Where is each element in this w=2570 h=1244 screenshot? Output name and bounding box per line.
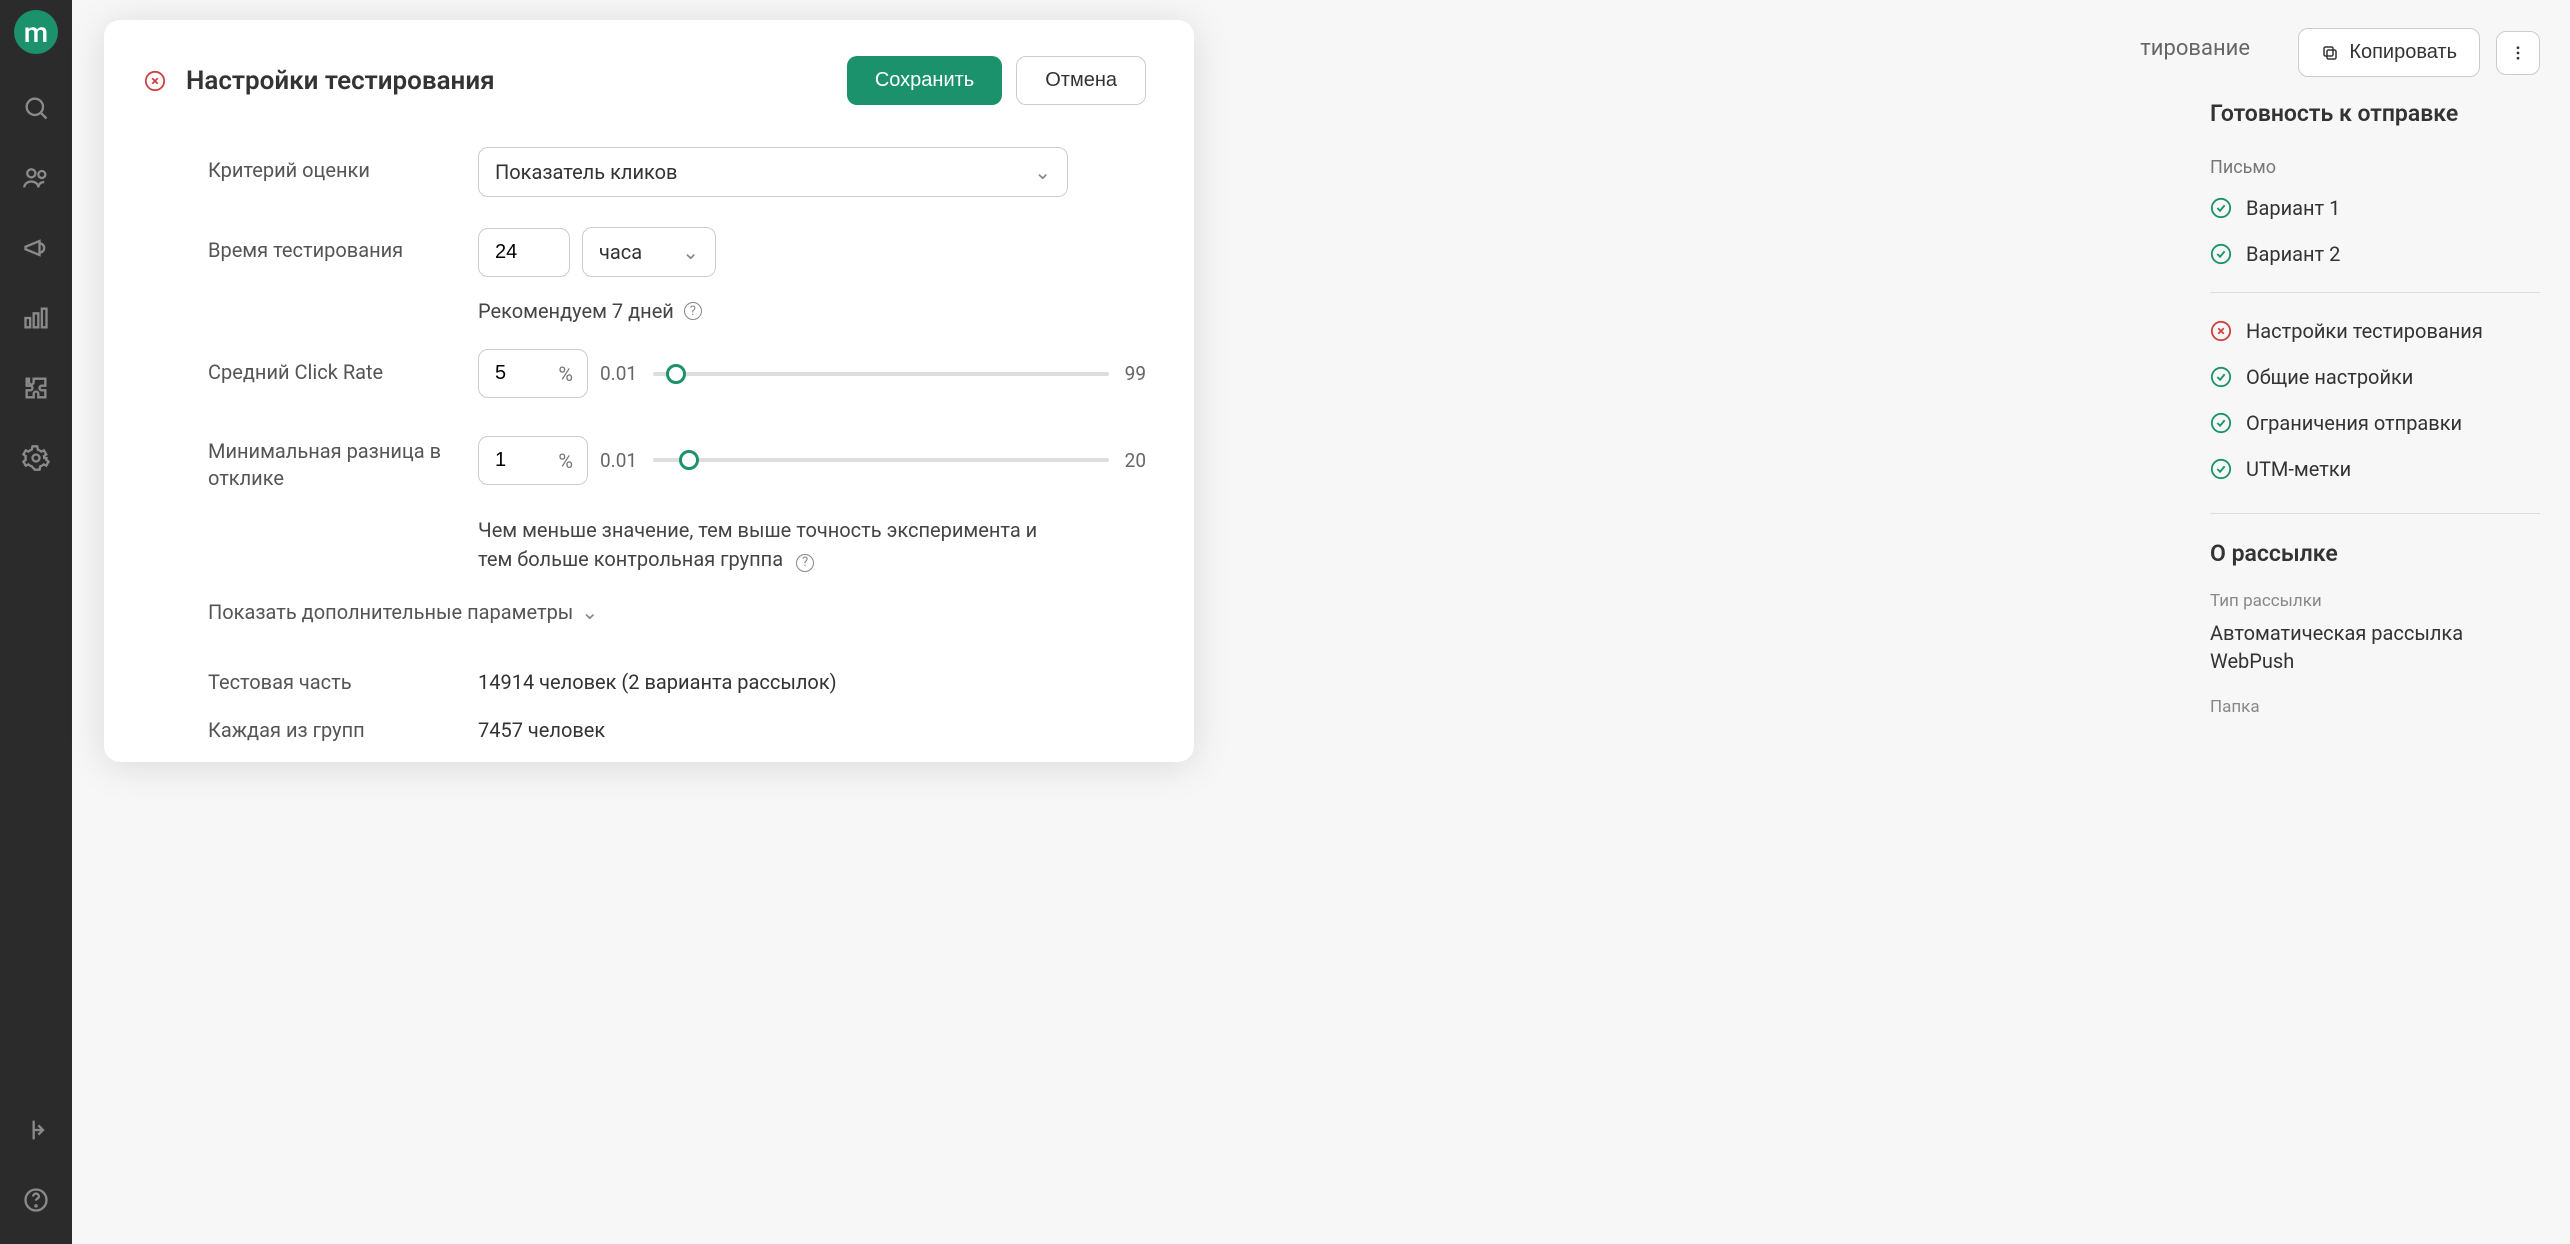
avg-cr-input[interactable]: % xyxy=(478,349,588,398)
chevron-down-icon: ⌄ xyxy=(581,600,598,624)
duration-value[interactable] xyxy=(495,241,553,264)
copy-icon xyxy=(2321,44,2339,62)
about-type-label: Тип рассылки xyxy=(2210,591,2540,611)
each-group-label: Каждая из групп xyxy=(208,718,448,742)
slider-thumb[interactable] xyxy=(679,450,699,470)
mindiff-hint: Чем меньше значение, тем выше точность э… xyxy=(478,516,1068,574)
mindiff-hint-text: Чем меньше значение, тем выше точность э… xyxy=(478,518,1037,571)
percent-sign: % xyxy=(558,362,573,386)
search-icon[interactable] xyxy=(22,94,50,122)
copy-button[interactable]: Копировать xyxy=(2298,28,2480,77)
error-icon xyxy=(2210,320,2232,342)
megaphone-icon[interactable] xyxy=(22,234,50,262)
modal-title: Настройки тестирования xyxy=(186,66,495,96)
readiness-item-label: Вариант 2 xyxy=(2246,242,2340,266)
chart-icon[interactable] xyxy=(22,304,50,332)
test-settings-modal: Настройки тестирования Сохранить Отмена … xyxy=(104,20,1194,762)
duration-input[interactable] xyxy=(478,228,570,277)
readiness-item-label: UTM-метки xyxy=(2246,457,2351,481)
cancel-button[interactable]: Отмена xyxy=(1016,56,1146,105)
check-icon xyxy=(2210,412,2232,434)
nav-rail: m xyxy=(0,0,72,1244)
about-type-value: Автоматическая рассылка WebPush xyxy=(2210,619,2540,675)
page-background: тирование Копировать Готовность к отправ… xyxy=(72,0,2570,1244)
expand-label: Показать дополнительные параметры xyxy=(208,600,573,624)
readiness-item-variant1[interactable]: Вариант 1 xyxy=(2210,196,2540,220)
about-title: О рассылке xyxy=(2210,540,2540,567)
readiness-panel: Готовность к отправке Письмо Вариант 1 В… xyxy=(2210,100,2540,725)
readiness-title: Готовность к отправке xyxy=(2210,100,2540,127)
expand-params-link[interactable]: Показать дополнительные параметры ⌄ xyxy=(208,600,1146,624)
logout-icon[interactable] xyxy=(22,1116,50,1144)
readiness-item-testsettings[interactable]: Настройки тестирования xyxy=(2210,319,2540,343)
slider-max: 20 xyxy=(1125,449,1146,472)
avg-cr-label: Средний Click Rate xyxy=(208,349,448,398)
chevron-down-icon: ⌄ xyxy=(682,240,699,264)
readiness-item-label: Настройки тестирования xyxy=(2246,319,2483,343)
criteria-select[interactable]: Показатель кликов ⌄ xyxy=(478,147,1068,197)
divider xyxy=(2210,292,2540,293)
readiness-item-label: Вариант 1 xyxy=(2246,196,2340,220)
slider-thumb[interactable] xyxy=(666,364,686,384)
percent-sign: % xyxy=(558,449,573,473)
readiness-item-utm[interactable]: UTM-метки xyxy=(2210,457,2540,481)
readiness-letter-label: Письмо xyxy=(2210,157,2540,178)
check-icon xyxy=(2210,458,2232,480)
check-icon xyxy=(2210,366,2232,388)
partial-tab-text: тирование xyxy=(2140,36,2250,61)
help-icon[interactable]: ? xyxy=(796,554,814,572)
readiness-item-limits[interactable]: Ограничения отправки xyxy=(2210,411,2540,435)
mindiff-slider[interactable] xyxy=(653,458,1109,462)
mindiff-label: Минимальная разница в отклике xyxy=(208,428,448,492)
check-icon xyxy=(2210,197,2232,219)
duration-unit-select[interactable]: часа ⌄ xyxy=(582,227,716,277)
readiness-item-variant2[interactable]: Вариант 2 xyxy=(2210,242,2540,266)
readiness-item-label: Ограничения отправки xyxy=(2246,411,2462,435)
slider-min: 0.01 xyxy=(600,362,637,385)
more-button[interactable] xyxy=(2496,31,2540,75)
app-logo[interactable]: m xyxy=(14,10,58,54)
close-icon[interactable] xyxy=(144,70,166,92)
test-part-label: Тестовая часть xyxy=(208,670,448,694)
help-icon[interactable] xyxy=(22,1186,50,1214)
people-icon[interactable] xyxy=(22,164,50,192)
readiness-item-general[interactable]: Общие настройки xyxy=(2210,365,2540,389)
recommend-hint: Рекомендуем 7 дней ? xyxy=(478,299,1068,323)
mindiff-input[interactable]: % xyxy=(478,436,588,485)
help-icon[interactable]: ? xyxy=(684,302,702,320)
divider xyxy=(2210,513,2540,514)
slider-max: 99 xyxy=(1125,362,1146,385)
test-part-value: 14914 человек (2 варианта рассылок) xyxy=(478,670,837,694)
recommend-text: Рекомендуем 7 дней xyxy=(478,299,674,323)
criteria-value: Показатель кликов xyxy=(495,160,677,184)
duration-unit: часа xyxy=(599,240,642,264)
gear-icon[interactable] xyxy=(22,444,50,472)
check-icon xyxy=(2210,243,2232,265)
slider-min: 0.01 xyxy=(600,449,637,472)
about-folder-label: Папка xyxy=(2210,697,2540,717)
modal-header: Настройки тестирования Сохранить Отмена xyxy=(144,56,1146,105)
more-icon xyxy=(2509,44,2527,62)
form-area: Критерий оценки Показатель кликов ⌄ Врем… xyxy=(144,147,1146,742)
top-actions: Копировать xyxy=(2298,28,2540,77)
save-button[interactable]: Сохранить xyxy=(847,56,1002,105)
copy-label: Копировать xyxy=(2349,41,2457,64)
chevron-down-icon: ⌄ xyxy=(1034,160,1051,184)
duration-label: Время тестирования xyxy=(208,227,448,277)
readiness-item-label: Общие настройки xyxy=(2246,365,2413,389)
avg-cr-slider[interactable] xyxy=(653,372,1109,376)
each-group-value: 7457 человек xyxy=(478,718,605,742)
criteria-label: Критерий оценки xyxy=(208,147,448,197)
puzzle-icon[interactable] xyxy=(22,374,50,402)
